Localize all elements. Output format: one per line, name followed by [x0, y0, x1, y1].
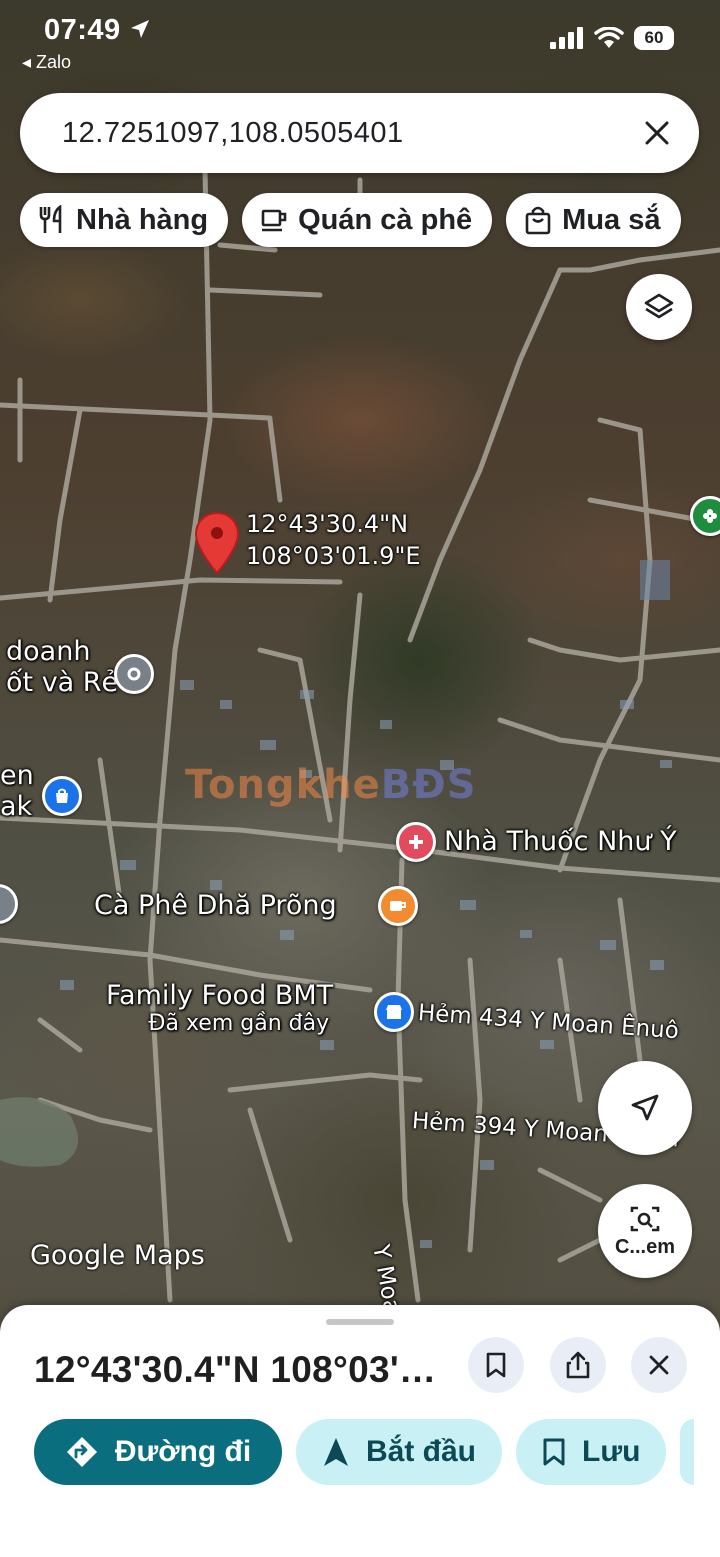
place-title: 12°43'30.4"N 108°03'01.9"E — [34, 1349, 454, 1390]
directions-icon — [66, 1437, 97, 1467]
location-arrow-icon — [131, 20, 150, 38]
close-icon — [649, 1355, 669, 1375]
action-buttons: Đường đi Bắt đầu Lưu — [34, 1419, 695, 1485]
watermark: TongkheBĐS — [185, 762, 477, 808]
layers-button[interactable] — [626, 274, 692, 340]
place-label-doanh[interactable]: doanh ốt và Rẻ — [6, 636, 118, 698]
place-label-pharmacy[interactable]: Nhà Thuốc Như Ý — [444, 826, 677, 857]
store-icon[interactable] — [374, 992, 414, 1032]
directions-button[interactable]: Đường đi — [34, 1419, 282, 1485]
start-navigation-button[interactable]: Bắt đầu — [296, 1419, 503, 1485]
bookmark-icon — [543, 1438, 565, 1466]
clear-search-button[interactable] — [627, 103, 687, 163]
save-button[interactable]: Lưu — [516, 1419, 667, 1485]
status-indicators: 60 — [550, 26, 674, 50]
shopping-bag-icon[interactable] — [42, 776, 82, 816]
place-bottom-sheet[interactable]: 12°43'30.4"N 108°03'01.9"E Đường đi B — [0, 1305, 720, 1557]
my-location-button[interactable] — [598, 1061, 692, 1155]
chip-shopping[interactable]: Mua sắ — [506, 193, 681, 247]
dropped-pin[interactable] — [194, 511, 240, 580]
coffee-icon[interactable] — [378, 886, 418, 926]
chip-restaurants[interactable]: Nhà hàng — [20, 193, 229, 247]
navigation-icon — [324, 1438, 348, 1466]
chip-cafes[interactable]: Quán cà phê — [242, 193, 493, 247]
pin-coordinates: 12°43'30.4"N 108°03'01.9"E — [246, 510, 421, 570]
lens-button[interactable]: C...em — [598, 1184, 692, 1278]
place-label-family-food[interactable]: Family Food BMT Đã xem gần đây — [106, 980, 333, 1036]
close-icon — [645, 121, 669, 145]
status-time: 07:49 — [44, 14, 151, 47]
signal-icon — [550, 27, 583, 49]
restaurant-icon — [39, 205, 62, 233]
search-bar[interactable]: 12.7251097,108.0505401 — [20, 93, 699, 173]
pharmacy-icon[interactable] — [396, 822, 436, 862]
wifi-icon — [594, 27, 624, 48]
place-label-cafe[interactable]: Cà Phê Dhă Prõng — [94, 890, 337, 921]
share-button[interactable] — [550, 1337, 606, 1393]
category-chips: Nhà hàng Quán cà phê Mua sắ — [20, 193, 681, 247]
coffee-icon — [261, 209, 287, 232]
bookmark-icon — [486, 1352, 506, 1378]
google-maps-logo: Google Maps — [30, 1240, 205, 1271]
close-sheet-button[interactable] — [631, 1337, 687, 1393]
layers-icon — [644, 293, 674, 319]
place-marker-icon[interactable] — [114, 654, 154, 694]
search-input[interactable]: 12.7251097,108.0505401 — [62, 117, 627, 150]
drag-handle[interactable] — [326, 1319, 394, 1325]
save-bookmark-button[interactable] — [468, 1337, 524, 1393]
battery-indicator: 60 — [634, 26, 674, 50]
navigation-arrow-icon — [631, 1094, 659, 1121]
shopping-bag-icon — [525, 206, 551, 235]
back-to-app-link[interactable]: ◂ Zalo — [22, 52, 71, 73]
camera-search-icon — [630, 1206, 660, 1231]
place-label-shop[interactable]: en ak — [0, 760, 34, 822]
pin-icon — [194, 511, 240, 575]
more-actions-button[interactable] — [680, 1419, 695, 1485]
share-icon — [566, 1351, 590, 1379]
